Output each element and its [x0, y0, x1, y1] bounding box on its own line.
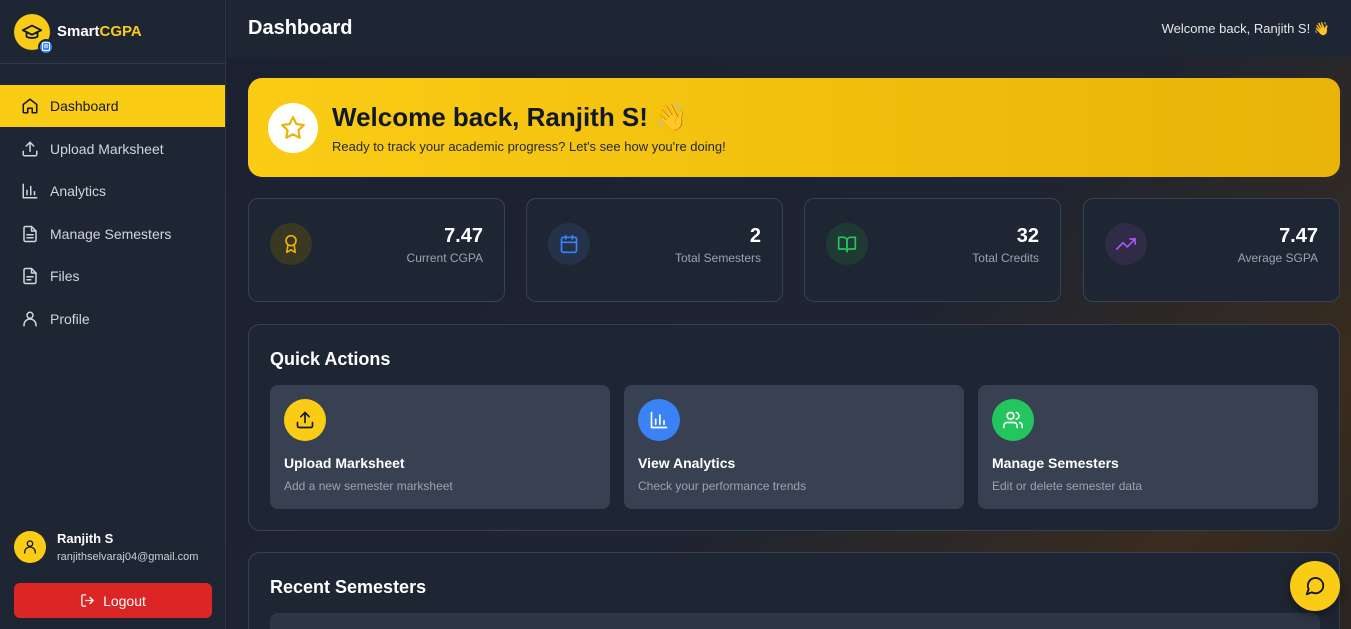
- sidebar-item-label: Files: [50, 268, 80, 285]
- book-icon: [826, 223, 868, 265]
- quick-action-title: View Analytics: [638, 455, 736, 471]
- page-title: Dashboard: [248, 17, 353, 39]
- document-icon: [20, 224, 40, 244]
- quick-actions-panel: Quick Actions Upload Marksheet Add a new…: [248, 324, 1340, 531]
- graduation-cap-icon: [14, 13, 54, 55]
- upload-icon: [284, 399, 326, 441]
- logout-icon: [80, 593, 95, 608]
- trending-up-icon: [1105, 223, 1147, 265]
- sidebar-item-profile[interactable]: Profile: [0, 298, 225, 340]
- sidebar-item-dashboard[interactable]: Dashboard: [0, 85, 225, 127]
- award-icon: [270, 223, 312, 265]
- user-icon: [24, 540, 36, 554]
- user-info: Ranjith S ranjithselvaraj04@gmail.com: [57, 531, 213, 563]
- sidebar-item-manage-semesters[interactable]: Manage Semesters: [0, 213, 225, 255]
- top-header: Dashboard Welcome back, Ranjith S! 👋: [227, 0, 1351, 57]
- stat-value: 7.47: [1279, 225, 1318, 247]
- star-icon: [268, 102, 318, 153]
- avatar: [14, 531, 46, 563]
- welcome-title: Welcome back, Ranjith S! 👋: [332, 101, 688, 132]
- stat-card-credits: 32 Total Credits: [804, 198, 1061, 302]
- user-icon: [20, 309, 40, 329]
- quick-action-title: Manage Semesters: [992, 455, 1119, 471]
- sidebar-nav: Dashboard Upload Marksheet Analytics Man…: [0, 85, 225, 340]
- stat-card-semesters: 2 Total Semesters: [526, 198, 783, 302]
- home-icon: [20, 96, 40, 116]
- stat-value: 2: [749, 225, 761, 247]
- file-icon: [20, 266, 40, 286]
- sidebar-item-analytics[interactable]: Analytics: [0, 170, 225, 212]
- stat-label: Total Semesters: [674, 251, 761, 265]
- stat-card-cgpa: 7.47 Current CGPA: [248, 198, 505, 302]
- recent-semesters-title: Recent Semesters: [270, 577, 427, 597]
- brand-name-main: Smart: [57, 23, 100, 40]
- quick-action-desc: Edit or delete semester data: [992, 479, 1143, 493]
- quick-action-view-analytics[interactable]: View Analytics Check your performance tr…: [624, 385, 964, 509]
- calendar-icon: [548, 223, 590, 265]
- stat-label: Average SGPA: [1237, 251, 1318, 265]
- main-content: Welcome back, Ranjith S! 👋 Ready to trac…: [227, 57, 1351, 629]
- logout-label: Logout: [103, 592, 146, 609]
- chat-button[interactable]: [1290, 561, 1340, 611]
- sidebar-item-label: Analytics: [50, 183, 107, 200]
- sidebar-item-files[interactable]: Files: [0, 255, 225, 297]
- quick-actions-title: Quick Actions: [270, 349, 391, 369]
- sidebar-item-label: Manage Semesters: [50, 225, 172, 242]
- header-welcome: Welcome back, Ranjith S! 👋: [1161, 20, 1330, 36]
- users-icon: [992, 399, 1034, 441]
- quick-action-upload-marksheet[interactable]: Upload Marksheet Add a new semester mark…: [270, 385, 610, 509]
- bar-chart-icon: [20, 181, 40, 201]
- logout-button[interactable]: Logout: [14, 583, 212, 618]
- brand[interactable]: SmartCGPA: [0, 0, 225, 64]
- brand-name: SmartCGPA: [57, 23, 142, 40]
- user-card[interactable]: Ranjith S ranjithselvaraj04@gmail.com: [14, 531, 213, 563]
- stat-value: 7.47: [444, 225, 483, 247]
- stat-card-sgpa: 7.47 Average SGPA: [1083, 198, 1340, 302]
- welcome-subtitle: Ready to track your academic progress? L…: [332, 138, 726, 154]
- sidebar-item-upload-marksheet[interactable]: Upload Marksheet: [0, 128, 225, 170]
- recent-semesters-panel: Recent Semesters: [248, 552, 1340, 629]
- chat-icon: [1305, 577, 1325, 596]
- recent-semester-row[interactable]: [270, 613, 1320, 629]
- stat-label: Total Credits: [972, 251, 1039, 265]
- brand-name-accent: CGPA: [99, 23, 142, 40]
- sidebar-item-label: Dashboard: [50, 98, 119, 114]
- quick-action-title: Upload Marksheet: [284, 455, 405, 471]
- user-name: Ranjith S: [57, 531, 114, 546]
- sidebar: SmartCGPA Dashboard Upload Marksheet Ana…: [0, 0, 226, 629]
- quick-action-desc: Check your performance trends: [638, 479, 807, 493]
- bar-chart-icon: [638, 399, 680, 441]
- user-email: ranjithselvaraj04@gmail.com: [57, 551, 199, 563]
- quick-action-desc: Add a new semester marksheet: [284, 479, 453, 493]
- stat-value: 32: [1016, 225, 1039, 247]
- welcome-banner: Welcome back, Ranjith S! 👋 Ready to trac…: [248, 78, 1340, 177]
- sidebar-item-label: Profile: [50, 310, 90, 327]
- calculator-icon: [38, 38, 54, 55]
- stat-label: Current CGPA: [406, 251, 483, 265]
- sidebar-item-label: Upload Marksheet: [50, 140, 164, 157]
- upload-icon: [20, 139, 40, 159]
- quick-action-manage-semesters[interactable]: Manage Semesters Edit or delete semester…: [978, 385, 1318, 509]
